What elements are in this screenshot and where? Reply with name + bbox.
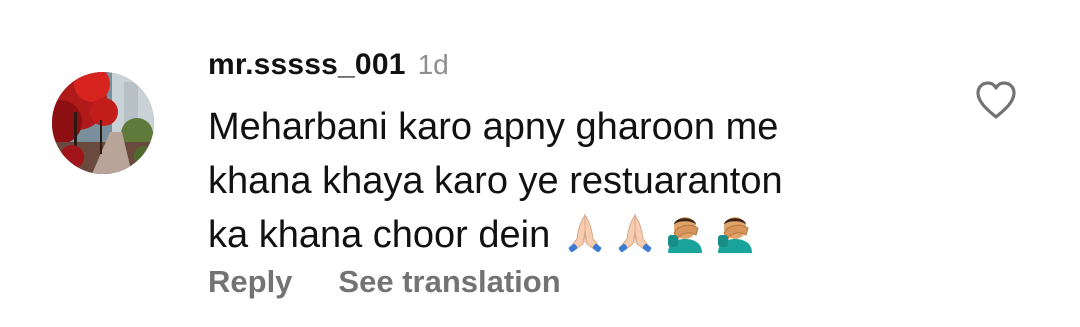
comment-text: Meharbani karo apny gharoon me khana kha… (208, 100, 908, 262)
folded-hands-emoji (619, 213, 652, 252)
comment-header: mr.sssss_001 1d (208, 48, 449, 88)
timestamp: 1d (417, 49, 449, 80)
comment-line-last: ka khana choor dein (208, 208, 908, 262)
see-translation-button[interactable]: See translation (338, 264, 560, 300)
man-facepalming-emoji (668, 217, 703, 253)
avatar-image (52, 72, 154, 174)
man-facepalming-emoji (718, 217, 753, 253)
reply-button[interactable]: Reply (208, 264, 292, 300)
comment-line-text: ka khana choor dein (208, 214, 551, 256)
comment-actions: Reply See translation (208, 262, 561, 302)
avatar[interactable] (52, 72, 154, 174)
emoji-group (564, 211, 764, 253)
username[interactable]: mr.sssss_001 (208, 48, 406, 82)
comment-item: mr.sssss_001 1d Meharbani karo apny ghar… (0, 0, 1080, 327)
comment-line: khana khaya karo ye restuaranton (208, 160, 783, 202)
heart-outline-icon (976, 81, 1016, 119)
folded-hands-emoji (569, 213, 602, 252)
comment-line: Meharbani karo apny gharoon me (208, 106, 779, 148)
like-button[interactable] (974, 80, 1018, 120)
